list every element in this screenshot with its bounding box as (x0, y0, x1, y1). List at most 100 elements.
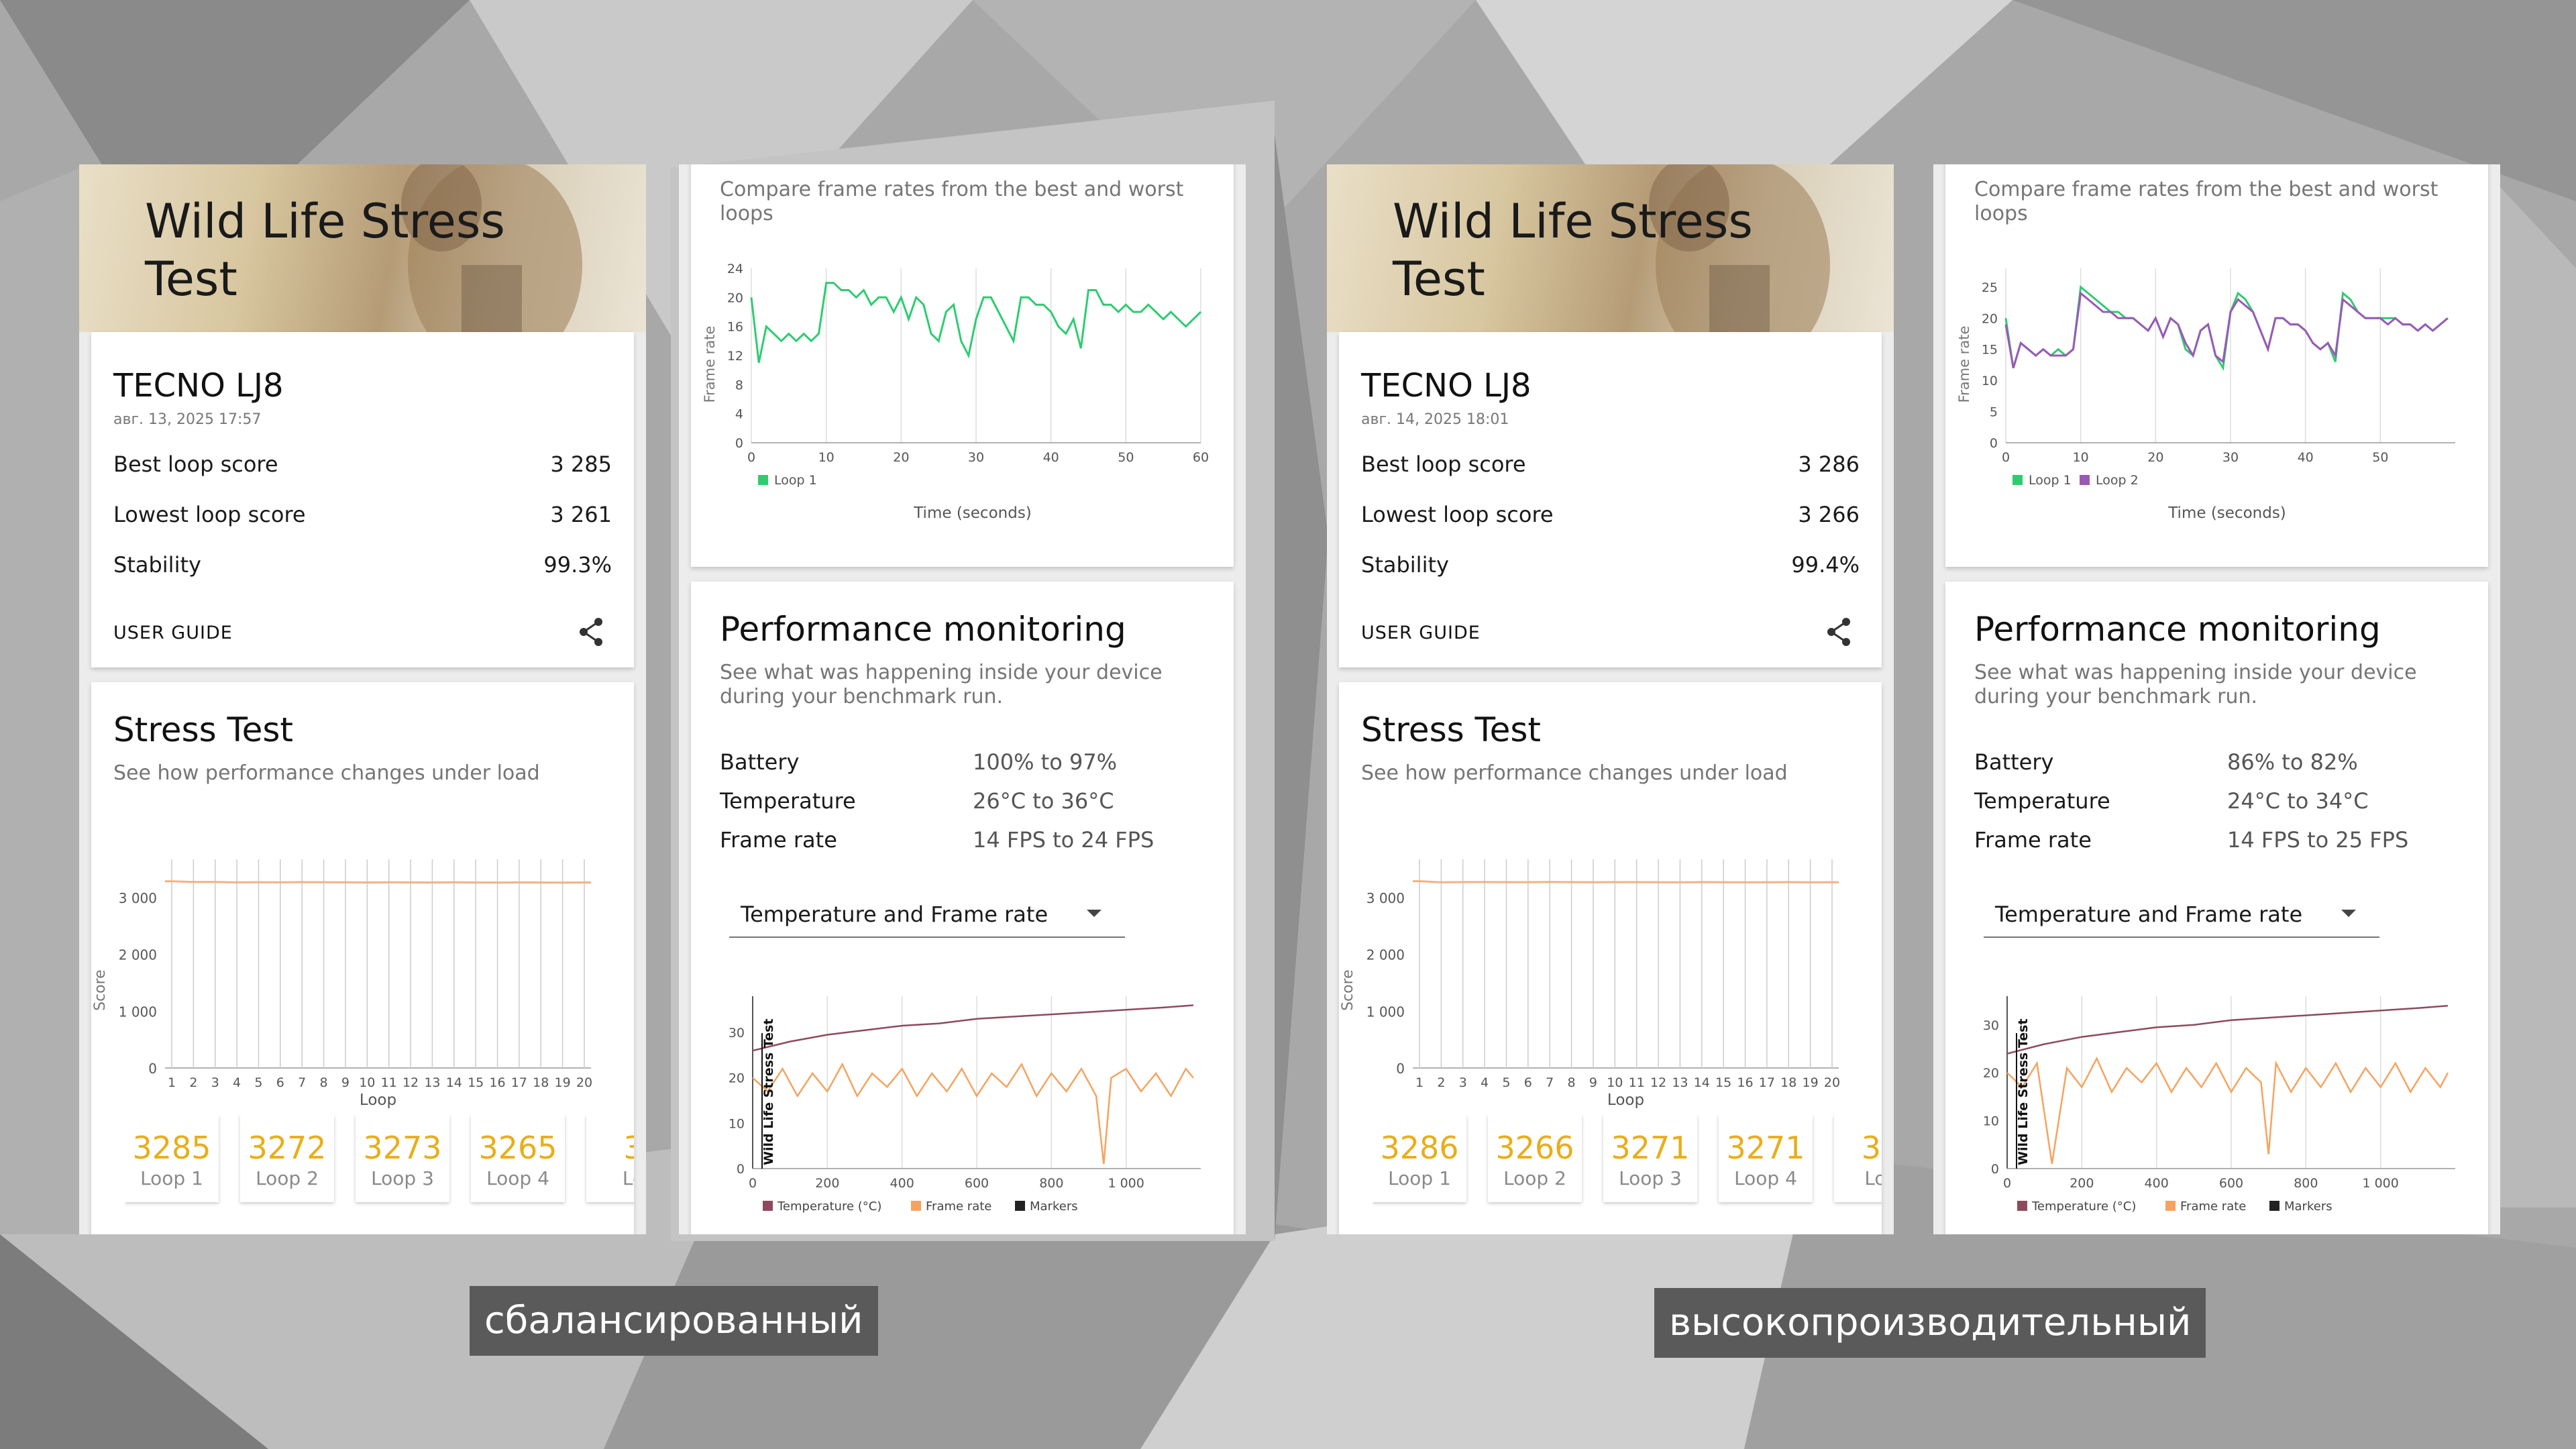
score-point (1701, 881, 1703, 883)
x-tick-label: 14 (1694, 1075, 1710, 1090)
score-point (1766, 881, 1768, 883)
x-tick-label: 19 (1803, 1075, 1819, 1090)
x-tick-label: 3 (211, 1075, 219, 1090)
score-point (1657, 881, 1660, 883)
device-name: TECNO LJ8 (1361, 367, 1532, 405)
x-tick-label: 40 (2298, 450, 2314, 465)
performance-monitoring-card: Performance monitoring See what was happ… (691, 582, 1234, 1234)
x-tick-label: 20 (576, 1075, 592, 1090)
y-tick-label: 1 000 (1366, 1004, 1405, 1020)
loop-score-strip[interactable]: 3285 Loop 1 3272 Loop 2 3273 Loop 3 3265 Loo… (125, 1115, 634, 1216)
loop-tile[interactable]: 3Lo (586, 1115, 634, 1202)
x-tick-label: 30 (968, 450, 984, 465)
stability-value: 99.3% (543, 552, 612, 578)
temperature-label: Temperature (720, 788, 856, 814)
x-tick-label: 16 (489, 1075, 505, 1090)
x-tick-label: 5 (1502, 1075, 1510, 1090)
share-icon[interactable] (1825, 617, 1852, 647)
x-axis-label: Time (seconds) (2167, 504, 2286, 522)
x-tick-label: 14 (446, 1075, 462, 1090)
loop-tile[interactable]: 3271 Loop 3 (1603, 1115, 1697, 1202)
temperature-value: 24°C to 34°C (2227, 788, 2369, 814)
stress-test-card: Stress Test See how performance changes … (1339, 682, 1882, 1234)
hero-banner: Wild Life Stress Test (1327, 164, 1894, 332)
loop-tile[interactable]: 32Loo (1834, 1115, 1882, 1202)
loop-tile[interactable]: 3266 Loop 2 (1488, 1115, 1582, 1202)
y-tick-label: 20 (1983, 1066, 1999, 1081)
lowest-loop-label: Lowest loop score (113, 502, 306, 527)
x-tick-label: 0 (747, 450, 755, 465)
score-point (1440, 881, 1442, 883)
stress-test-chart: 01 0002 0003 0001 2 3 4 5 6 7 8 9 10 11 12 13 14 15 16 1… (92, 859, 592, 1109)
loop-tile[interactable]: 3286 Loop 1 (1373, 1115, 1466, 1202)
chevron-down-icon[interactable] (1087, 910, 1102, 917)
x-tick-label: 6 (276, 1075, 284, 1090)
loop-tile[interactable]: 3272 Loop 2 (240, 1115, 334, 1202)
metric-dropdown[interactable]: Temperature and Frame rate (729, 900, 1125, 938)
score-card: TECNO LJ8 авг. 13, 2025 17:57 Best loop … (91, 332, 634, 667)
x-tick-label: 12 (402, 1075, 419, 1090)
x-tick-label: 600 (965, 1176, 989, 1191)
share-icon[interactable] (578, 617, 604, 647)
x-tick-label: 400 (2145, 1176, 2169, 1191)
x-tick-label: 0 (749, 1176, 757, 1191)
x-tick-label: 1 000 (1108, 1176, 1144, 1191)
legend-swatch (763, 1201, 773, 1211)
score-point (539, 881, 542, 884)
score-point (431, 881, 433, 884)
loop-tile[interactable]: 3285 Loop 1 (125, 1115, 219, 1202)
y-tick-label: 8 (735, 378, 743, 392)
metric-dropdown[interactable]: Temperature and Frame rate (1984, 900, 2379, 938)
y-axis-label: Frame rate (1956, 326, 1972, 403)
x-tick-label: 11 (1629, 1075, 1645, 1090)
left-summary-screen: Wild Life Stress Test TECNO LJ8 авг. 13, … (79, 164, 646, 1234)
right-summary-screen: Wild Life Stress Test TECNO LJ8 авг. 14, … (1327, 164, 1894, 1234)
series-line-frame-rate (752, 1062, 1194, 1165)
y-tick-label: 2 000 (1366, 947, 1405, 963)
x-tick-label: 16 (1737, 1075, 1753, 1090)
x-tick-label: 3 (1459, 1075, 1467, 1090)
x-tick-label: 20 (1824, 1075, 1840, 1090)
legend-label: Loop 1 (2029, 473, 2072, 488)
chevron-down-icon[interactable] (2341, 910, 2356, 917)
x-tick-label: 10 (2073, 450, 2089, 465)
user-guide-button[interactable]: USER GUIDE (1361, 623, 1481, 643)
device-name: TECNO LJ8 (113, 367, 284, 405)
y-tick-label: 5 (1990, 405, 1998, 420)
right-details-screen: Compare frame rates from the best and wo… (1933, 164, 2500, 1234)
x-tick-label: 50 (2372, 450, 2388, 465)
legend-swatch (2012, 475, 2023, 485)
x-tick-label: 600 (2219, 1176, 2243, 1191)
battery-value: 100% to 97% (973, 749, 1118, 775)
score-point (1787, 881, 1790, 883)
x-tick-label: 10 (1607, 1075, 1623, 1090)
series-line-loop-2 (2004, 291, 2449, 369)
loop-score-strip[interactable]: 3286 Loop 1 3266 Loop 2 3271 Loop 3 3271 Loo… (1373, 1115, 1882, 1216)
score-point (214, 881, 217, 883)
loop-tile[interactable]: 3273 Loop 3 (356, 1115, 449, 1202)
score-point (1462, 881, 1464, 883)
score-point (1678, 881, 1681, 883)
x-tick-label: 8 (320, 1075, 328, 1090)
hero-banner: Wild Life Stress Test (79, 164, 646, 332)
best-loop-value: 3 285 (550, 451, 612, 477)
test-date: авг. 13, 2025 17:57 (113, 411, 262, 428)
x-tick-label: 60 (1193, 450, 1209, 465)
y-tick-label: 24 (727, 262, 743, 276)
user-guide-button[interactable]: USER GUIDE (113, 623, 233, 643)
best-loop-label: Best loop score (113, 451, 278, 477)
x-tick-label: 50 (1118, 450, 1134, 465)
score-point (235, 881, 238, 883)
loop-tile[interactable]: 3271 Loop 4 (1719, 1115, 1813, 1202)
x-tick-label: 40 (1043, 450, 1059, 465)
battery-label: Battery (720, 749, 800, 775)
score-point (1548, 881, 1551, 883)
x-tick-label: 800 (2294, 1176, 2318, 1191)
x-tick-label: 10 (359, 1075, 375, 1090)
legend-swatch (2080, 475, 2090, 485)
x-tick-label: 2 (189, 1075, 197, 1090)
score-card: TECNO LJ8 авг. 14, 2025 18:01 Best loop … (1339, 332, 1882, 667)
x-tick-label: 10 (818, 450, 835, 465)
loop-tile[interactable]: 3265 Loop 4 (471, 1115, 565, 1202)
page-title: Wild Life Stress Test (1393, 194, 1753, 307)
